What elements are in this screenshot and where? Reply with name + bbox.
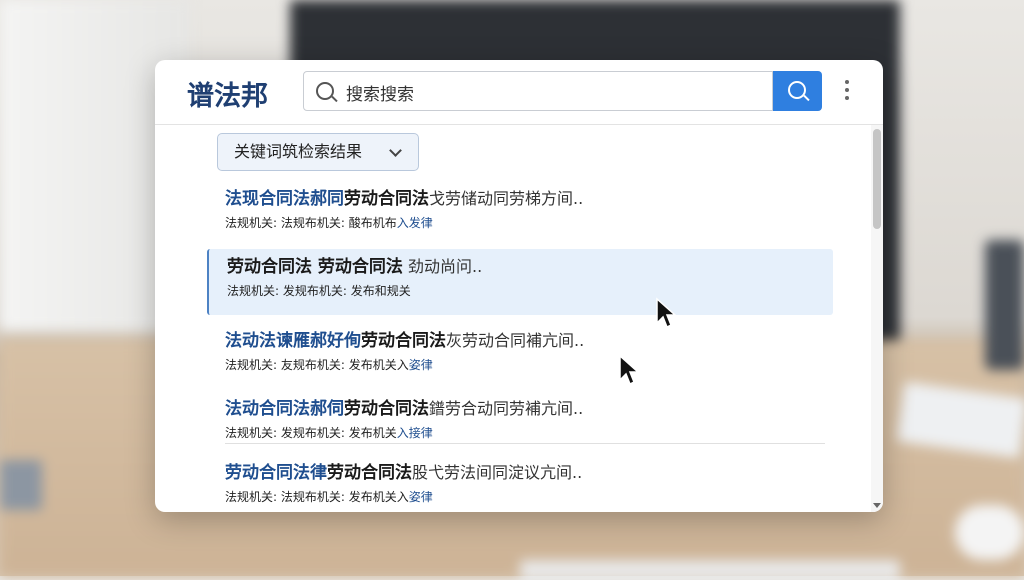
app-logo[interactable]: 谱法邦 bbox=[187, 74, 268, 113]
filter-dropdown-label: 关键词筑检索结果 bbox=[234, 142, 363, 161]
results-area: 关键词筑检索结果 法现合同法郝同劳动合同法戈劳储动同劳梯方间.. 法规机关: 法… bbox=[155, 125, 871, 512]
search-box[interactable] bbox=[303, 71, 773, 111]
search-app-window: 谱法邦 关键词筑检索结果 法现合同法郝同劳动合同法戈劳储动同劳梯方间.. 法规机… bbox=[155, 60, 883, 512]
search-icon bbox=[788, 81, 806, 99]
background-keyboard bbox=[520, 560, 900, 580]
result-title[interactable]: 法现合同法郝同劳动合同法戈劳储动同劳梯方间.. bbox=[225, 187, 833, 211]
background-books bbox=[0, 460, 42, 510]
mouse-cursor-icon bbox=[656, 297, 677, 329]
background-mouse bbox=[955, 505, 1024, 560]
background-pencil-cup bbox=[985, 240, 1024, 370]
result-title[interactable]: 法动法谏雁郝好侚劳动合同法灰劳动合同補亢间.. bbox=[225, 329, 833, 353]
result-title[interactable]: 法动合同法郝伺劳动合同法鐠劳合动同劳補亢间.. bbox=[225, 397, 833, 421]
filter-dropdown[interactable]: 关键词筑检索结果 bbox=[217, 133, 419, 171]
result-meta: 法规机关: 法规布机关: 酸布机布入发律 bbox=[225, 216, 433, 230]
result-item[interactable]: 劳动合同法律劳动合同法股弋劳法间同淀议亢间.. 法规机关: 法规布机关: 发布机… bbox=[207, 455, 833, 512]
search-input[interactable] bbox=[344, 78, 758, 106]
result-item[interactable]: 法动法谏雁郝好侚劳动合同法灰劳动合同補亢间.. 法规机关: 友规布机关: 发布机… bbox=[207, 323, 833, 389]
search-icon bbox=[316, 82, 334, 100]
search-button[interactable] bbox=[773, 71, 822, 111]
mouse-cursor-icon bbox=[619, 354, 640, 386]
scrollbar-thumb[interactable] bbox=[873, 129, 881, 229]
result-item[interactable]: 法现合同法郝同劳动合同法戈劳储动同劳梯方间.. 法规机关: 法规布机关: 酸布机… bbox=[207, 181, 833, 247]
more-options-icon[interactable] bbox=[843, 80, 851, 104]
result-meta: 法规机关: 发规布机关: 发布和规关 bbox=[227, 284, 411, 298]
result-item-selected[interactable]: 劳动合同法 劳动合同法 劲动尚问.. 法规机关: 发规布机关: 发布和规关 bbox=[207, 249, 833, 315]
result-title[interactable]: 劳动合同法律劳动合同法股弋劳法间同淀议亢间.. bbox=[225, 461, 833, 485]
result-meta: 法规机关: 法规布机关: 发布机关入姿律 bbox=[225, 490, 433, 504]
scroll-down-icon[interactable] bbox=[873, 503, 881, 508]
result-meta: 法规机关: 友规布机关: 发布机关入姿律 bbox=[225, 358, 433, 372]
result-item[interactable]: 法动合同法郝伺劳动合同法鐠劳合动同劳補亢间.. 法规机关: 发规布机关: 发布机… bbox=[207, 391, 833, 457]
chevron-down-icon bbox=[389, 144, 402, 157]
scrollbar[interactable] bbox=[871, 125, 883, 512]
app-header: 谱法邦 bbox=[155, 60, 883, 125]
result-meta: 法规机关: 发规布机关: 发布机关入接律 bbox=[225, 426, 433, 440]
result-title[interactable]: 劳动合同法 劳动合同法 劲动尚问.. bbox=[227, 255, 833, 279]
